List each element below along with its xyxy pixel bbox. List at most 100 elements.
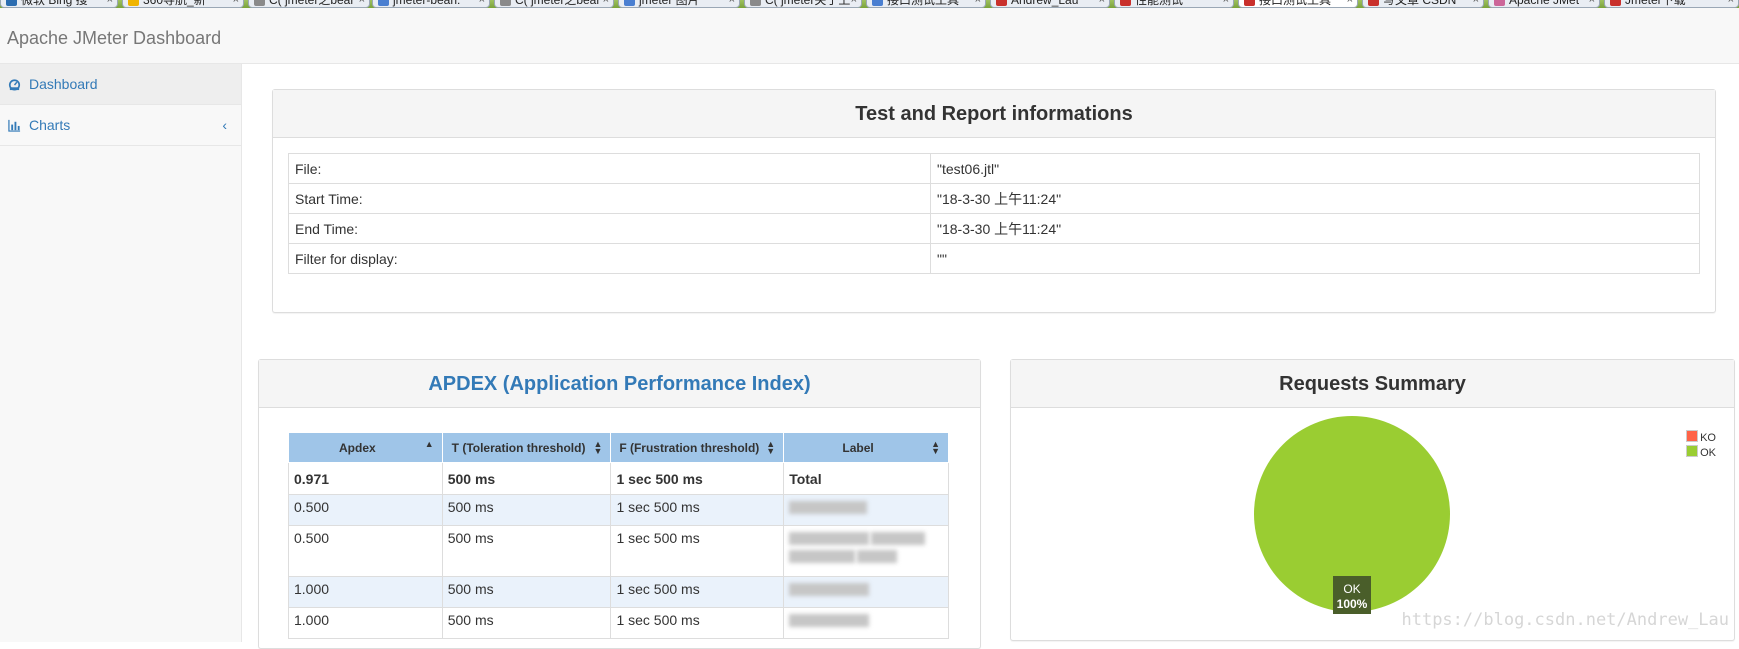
dashboard-icon [8, 79, 21, 91]
sort-ascending-icon[interactable]: ▲ [425, 440, 434, 449]
redacted-label-blur [789, 583, 870, 596]
apdex-cell: 0.500 [288, 494, 443, 526]
browser-tab[interactable]: 微软 Bing 搜 × [0, 0, 118, 8]
watermark: https://blog.csdn.net/Andrew_Lau [1401, 610, 1729, 630]
browser-tab-label: Andrew_Lau [1011, 0, 1079, 7]
sort-both-icon[interactable]: ▲ ▼ [766, 440, 775, 456]
apdex-cell: 0.500 [288, 525, 443, 577]
info-value: "18-3-30 上午11:24" [930, 183, 1700, 214]
browser-tab-label: jmeter 图片 [639, 0, 700, 7]
browser-tab[interactable]: Apache JMet × [1488, 0, 1600, 8]
browser-tab-label: Jmeter下载 [1625, 0, 1686, 7]
browser-tab-label: 微软 Bing 搜 [21, 0, 88, 7]
favicon-icon [378, 0, 389, 6]
close-tab-icon[interactable]: × [359, 0, 365, 7]
apdex-column-header[interactable]: F (Frustration threshold) ▲ ▼ [610, 432, 785, 463]
close-tab-icon[interactable]: × [975, 0, 981, 7]
brand-title[interactable]: Apache JMeter Dashboard [7, 28, 221, 49]
close-tab-icon[interactable]: × [729, 0, 735, 7]
info-value: "test06.jtl" [930, 153, 1700, 184]
pie-label-percent: 100% [1337, 597, 1368, 611]
column-header-label: Label [842, 440, 874, 455]
info-key: End Time: [288, 213, 931, 244]
close-tab-icon[interactable]: × [1223, 0, 1229, 7]
bar-chart-icon [8, 119, 21, 132]
close-tab-icon[interactable]: × [851, 0, 857, 7]
browser-tab-label: Apache JMet [1509, 0, 1580, 7]
browser-tab-label: 性能测试 [1135, 0, 1184, 7]
browser-tab[interactable]: jmeter-bean: × [372, 0, 490, 8]
close-tab-icon[interactable]: × [1728, 0, 1734, 7]
column-header-label: T (Toleration threshold) [451, 440, 586, 455]
apdex-label-cell-redacted [783, 525, 949, 577]
browser-tab[interactable]: 接口测试工具 × [866, 0, 986, 8]
favicon-icon [872, 0, 883, 6]
browser-tab[interactable]: C( jmeter之bear × [248, 0, 370, 8]
apdex-label-cell-redacted [783, 494, 949, 526]
info-value: "" [930, 243, 1700, 274]
favicon-icon [624, 0, 635, 6]
sidebar-item-label: Dashboard [29, 76, 98, 92]
browser-tab[interactable]: Jmeter下载 × [1604, 0, 1739, 8]
close-tab-icon[interactable]: × [1473, 0, 1479, 7]
apdex-column-header[interactable]: Label ▲ ▼ [783, 432, 949, 463]
close-tab-icon[interactable]: × [1347, 0, 1353, 7]
info-key: File: [288, 153, 931, 184]
apdex-column-header[interactable]: T (Toleration threshold) ▲ ▼ [441, 432, 612, 463]
pie-label-name: OK [1343, 582, 1360, 596]
redacted-label-blur [871, 532, 926, 545]
browser-tab[interactable]: C( jmeter关于上 × [744, 0, 862, 8]
sidebar-item-label: Charts [29, 117, 71, 133]
browser-tab-label: C( jmeter关于上 [765, 0, 851, 7]
close-tab-icon[interactable]: × [107, 0, 113, 7]
table-row: 0.500 500 ms 1 sec 500 ms [288, 525, 949, 577]
sort-both-icon[interactable]: ▲ ▼ [931, 440, 940, 456]
pie-data-label: OK100% [1333, 576, 1371, 614]
column-header-label: F (Frustration threshold) [619, 440, 760, 455]
table-row: 0.500 500 ms 1 sec 500 ms [288, 494, 949, 526]
browser-tab-label: jmeter-bean: [393, 0, 461, 7]
apdex-table: Apdex ▲ T (Toleration threshold) ▲ ▼ F (Frust… [288, 432, 949, 639]
apdex-cell: 1 sec 500 ms [610, 607, 785, 639]
apdex-panel: APDEX (Application Performance Index) Ap… [258, 359, 981, 649]
close-tab-icon[interactable]: × [1099, 0, 1105, 7]
chevron-left-icon[interactable]: ‹ [222, 105, 227, 146]
apdex-panel-title: APDEX (Application Performance Index) [259, 360, 980, 408]
table-row: 1.000 500 ms 1 sec 500 ms [288, 607, 949, 639]
close-tab-icon[interactable]: × [479, 0, 485, 7]
sidebar-item-dashboard[interactable]: Dashboard [0, 64, 241, 105]
apdex-label-cell-redacted [783, 607, 949, 639]
redacted-label-blur [789, 532, 870, 545]
browser-tab[interactable]: 360导航_新 × [122, 0, 244, 8]
sidebar: Dashboard Charts ‹ [0, 64, 242, 642]
close-tab-icon[interactable]: × [1589, 0, 1595, 7]
browser-tab[interactable]: 性能测试 × [1114, 0, 1234, 8]
requests-summary-title: Requests Summary [1011, 360, 1734, 408]
close-tab-icon[interactable]: × [233, 0, 239, 7]
info-row: Filter for display: "" [288, 243, 1700, 274]
browser-tab[interactable]: jmeter 图片 × [618, 0, 740, 8]
browser-tab[interactable]: Andrew_Lau × [990, 0, 1110, 8]
browser-tab[interactable]: C( jmeter之bear × [494, 0, 614, 8]
sort-both-icon[interactable]: ▲ ▼ [594, 440, 603, 456]
apdex-cell: 500 ms [441, 607, 612, 639]
close-tab-icon[interactable]: × [603, 0, 609, 7]
requests-summary-pie-chart: OK100% [1254, 416, 1450, 614]
browser-tab-label: 360导航_新 [143, 0, 206, 7]
table-row: 1.000 500 ms 1 sec 500 ms [288, 576, 949, 608]
apdex-cell: Total [783, 462, 949, 495]
requests-summary-panel: Requests Summary KO OK OK 100% [1010, 359, 1735, 641]
sidebar-item-charts[interactable]: Charts ‹ [0, 105, 241, 146]
info-key: Start Time: [288, 183, 931, 214]
favicon-icon [6, 0, 17, 6]
info-row: Start Time: "18-3-30 上午11:24" [288, 183, 1700, 214]
browser-tab[interactable]: 写文章 CSDN × [1362, 0, 1484, 8]
apdex-label-cell-redacted [783, 576, 949, 608]
apdex-cell: 1.000 [288, 607, 443, 639]
browser-tab-label: 写文章 CSDN [1383, 0, 1457, 7]
apdex-column-header[interactable]: Apdex ▲ [288, 432, 443, 463]
apdex-cell: 0.971 [288, 462, 443, 495]
redacted-label-blur [789, 501, 868, 514]
browser-tab[interactable]: 接口测试工具 × [1238, 0, 1358, 8]
favicon-icon [1120, 0, 1131, 6]
